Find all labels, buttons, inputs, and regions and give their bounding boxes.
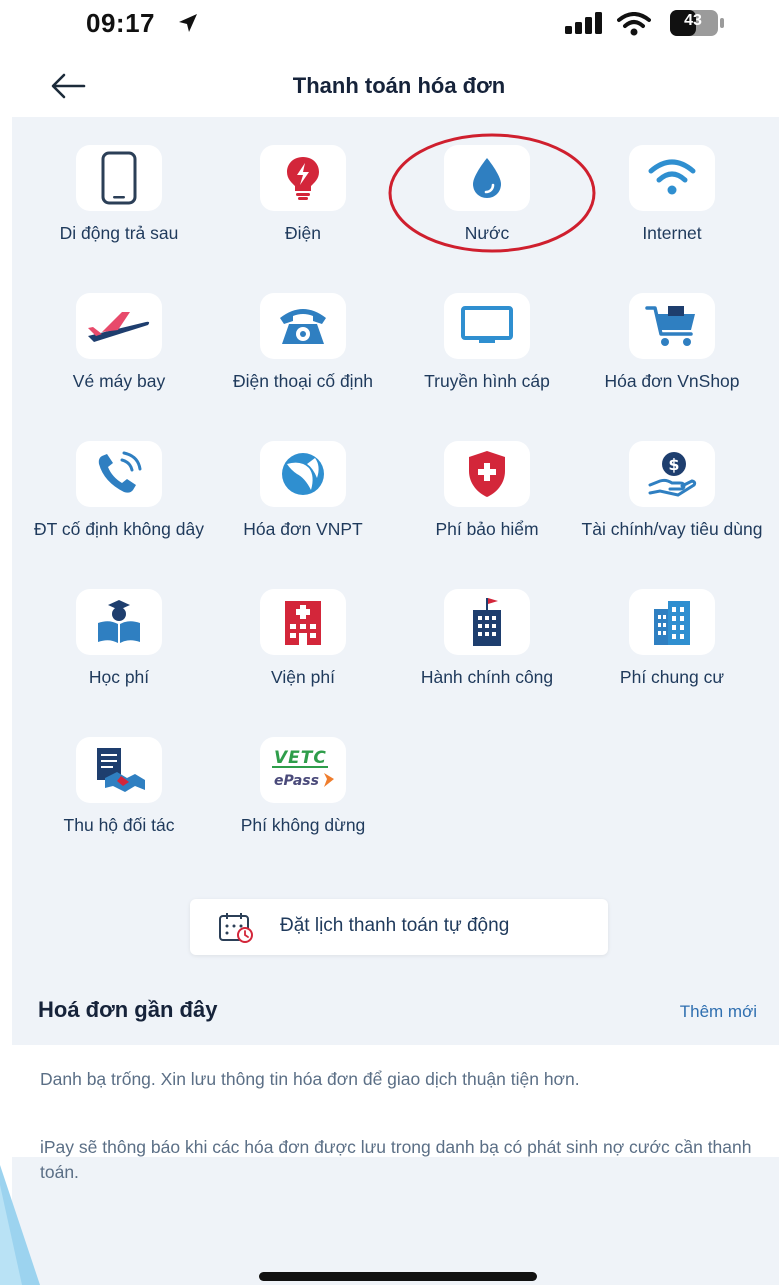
home-indicator[interactable] — [259, 1272, 537, 1281]
partner-handshake-icon — [97, 748, 145, 792]
landline-phone-icon — [280, 309, 326, 344]
location-arrow-icon — [179, 14, 197, 32]
notification-info-text: iPay sẽ thông báo khi các hóa đơn được l… — [40, 1137, 752, 1182]
service-label: Viện phí — [271, 667, 335, 687]
service-internet[interactable]: Internet — [579, 145, 765, 245]
service-cable-tv[interactable]: Truyền hình cáp — [394, 293, 580, 393]
government-building-icon — [473, 598, 501, 646]
highlight-circle — [388, 133, 596, 253]
service-label: Học phí — [88, 667, 150, 687]
service-label: ĐT cố định không dây — [34, 519, 204, 539]
service-apartment-fee[interactable]: Phí chung cư — [579, 589, 765, 689]
service-partner-collection[interactable]: Thu hộ đối tác — [26, 737, 212, 837]
add-new-link[interactable]: Thêm mới — [680, 1002, 757, 1022]
battery-level: 43 — [684, 12, 702, 29]
phone-icon — [101, 151, 137, 205]
service-electricity[interactable]: Điện — [210, 145, 396, 245]
service-postpaid-mobile[interactable]: Di động trả sau — [26, 145, 212, 245]
signal-icon — [565, 12, 602, 34]
page-title: Thanh toán hóa đơn — [292, 73, 506, 98]
battery-icon: 43 — [670, 10, 726, 41]
insurance-shield-icon — [469, 451, 505, 497]
service-label: Tài chính/vay tiêu dùng — [581, 519, 763, 539]
service-landline[interactable]: Điện thoại cố định — [210, 293, 396, 393]
vetc-epass-logo-icon: VETC ePass — [272, 748, 334, 789]
service-label: Phí chung cư — [619, 667, 725, 687]
vetc-text: VETC — [274, 748, 327, 768]
status-bar: 09:17 43 — [0, 0, 779, 50]
service-finance-loan[interactable]: $ Tài chính/vay tiêu dùng — [579, 441, 765, 541]
wifi-status-icon — [617, 12, 651, 36]
service-label: Internet — [642, 223, 702, 243]
shopping-cart-icon — [645, 306, 695, 346]
apartment-icon — [654, 601, 690, 645]
wireless-phone-icon — [98, 451, 142, 493]
service-label: Phí bảo hiểm — [435, 519, 539, 539]
service-public-admin[interactable]: Hành chính công — [394, 589, 580, 689]
finance-loan-icon: $ — [648, 452, 697, 497]
svg-text:$: $ — [668, 455, 679, 474]
hospital-icon — [285, 601, 321, 645]
service-label: Điện thoại cố định — [232, 371, 374, 391]
service-vnshop[interactable]: Hóa đơn VnShop — [579, 293, 765, 393]
service-insurance[interactable]: Phí bảo hiểm — [394, 441, 580, 541]
epass-text: ePass — [274, 773, 319, 789]
service-label: Hóa đơn VNPT — [243, 519, 363, 539]
service-flight-ticket[interactable]: Vé máy bay — [26, 293, 212, 393]
service-label: Truyền hình cáp — [424, 371, 550, 391]
service-tuition[interactable]: Học phí — [26, 589, 212, 689]
decorative-stripe — [0, 1165, 40, 1285]
schedule-label: Đặt lịch thanh toán tự động — [280, 915, 510, 936]
service-label: Vé máy bay — [72, 371, 166, 391]
schedule-auto-payment-button[interactable]: Đặt lịch thanh toán tự động — [190, 899, 608, 955]
service-vnpt[interactable]: Hóa đơn VNPT — [210, 441, 396, 541]
status-time: 09:17 — [86, 8, 155, 38]
service-label: Di động trả sau — [59, 223, 179, 243]
service-label: Thu hộ đối tác — [63, 815, 175, 835]
airplane-icon — [88, 312, 150, 342]
service-label: Điện — [285, 223, 321, 243]
tv-icon — [461, 306, 513, 343]
tuition-book-icon — [98, 600, 140, 643]
service-hospital-fee[interactable]: Viện phí — [210, 589, 396, 689]
header: Thanh toán hóa đơn — [0, 55, 779, 117]
service-wireless-landline[interactable]: ĐT cố định không dây — [26, 441, 212, 541]
service-nonstop-toll[interactable]: VETC ePass Phí không dừng — [210, 737, 396, 837]
vnpt-logo-icon — [282, 453, 324, 495]
service-label: Hành chính công — [420, 667, 554, 687]
calendar-clock-icon — [219, 913, 253, 943]
service-label: Hóa đơn VnShop — [604, 371, 740, 391]
service-label: Phí không dừng — [240, 815, 366, 835]
recent-bills-title: Hoá đơn gần đây — [38, 997, 218, 1022]
electricity-icon — [287, 157, 319, 200]
empty-contacts-text: Danh bạ trống. Xin lưu thông tin hóa đơn… — [40, 1069, 580, 1089]
wifi-icon — [648, 159, 696, 195]
